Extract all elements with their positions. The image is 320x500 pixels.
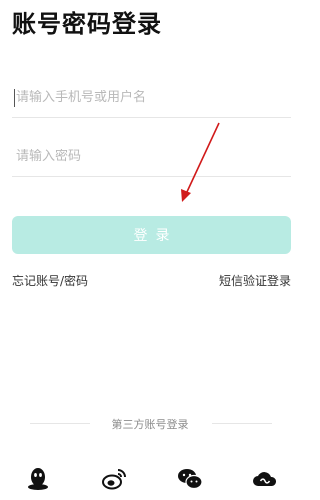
username-input[interactable] <box>12 90 291 105</box>
wechat-icon[interactable] <box>177 466 203 492</box>
login-button[interactable]: 登录 <box>12 216 291 254</box>
username-field[interactable] <box>12 78 291 118</box>
third-party-label: 第三方账号登录 <box>111 418 189 431</box>
password-input[interactable] <box>12 149 291 164</box>
divider-right <box>212 423 272 424</box>
qq-icon[interactable] <box>25 466 51 492</box>
page-title: 账号密码登录 <box>12 10 162 38</box>
weibo-icon[interactable] <box>101 466 127 492</box>
cloud-icon[interactable] <box>252 466 278 492</box>
password-field[interactable] <box>12 137 291 177</box>
sms-login-link[interactable]: 短信验证登录 <box>219 272 291 289</box>
forgot-account-link[interactable]: 忘记账号/密码 <box>12 272 88 289</box>
